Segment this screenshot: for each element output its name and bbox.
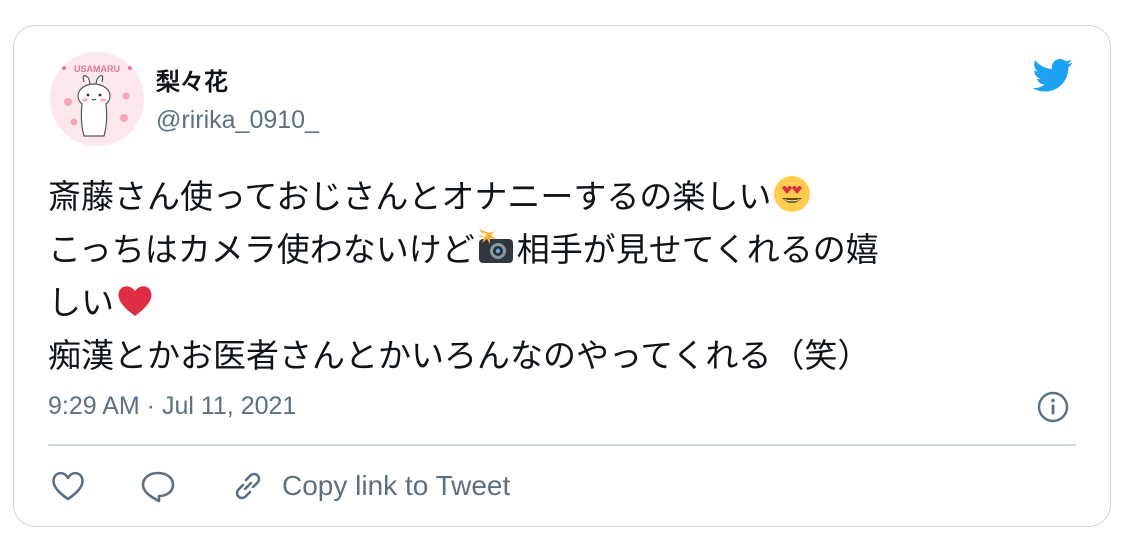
link-icon [235, 472, 261, 500]
info-icon[interactable] [1036, 390, 1070, 424]
svg-text:USAMARU: USAMARU [74, 64, 120, 74]
copy-link-label: Copy link to Tweet [282, 470, 511, 501]
like-button[interactable] [48, 466, 88, 506]
reply-button[interactable] [138, 466, 178, 506]
usamaru-avatar-icon[interactable]: USAMARU [50, 52, 144, 146]
heart-eyes-emoji [774, 176, 811, 212]
camera-flash-emoji [477, 229, 513, 263]
divider [48, 444, 1076, 446]
tweet-card: USAMARU 梨々花 @ririka_0910_ 斎藤さん使っておじさんとオナ… [13, 25, 1111, 527]
user-handle[interactable]: @ririka_0910_ [156, 106, 319, 135]
tweet-actions: Copy link to Tweet [48, 466, 510, 506]
display-name[interactable]: 梨々花 [156, 62, 228, 97]
copy-link-button[interactable]: Copy link to Tweet [228, 466, 510, 506]
speech-bubble-icon [141, 471, 175, 503]
red-heart-emoji [118, 286, 152, 316]
heart-outline-icon [52, 471, 84, 501]
tweet-timestamp[interactable]: 9:29 AM · Jul 11, 2021 [48, 392, 296, 421]
tweet-text: 斎藤さん使っておじさんとオナニーするの楽しい こっちはカメラ使わないけど 相手が… [48, 170, 1078, 382]
tweet-line-3: しい [48, 276, 1078, 329]
tweet-line-4: 痴漢とかお医者さんとかいろんなのやってくれる（笑） [48, 336, 871, 375]
tweet-line-1: 斎藤さん使っておじさんとオナニーするの楽しい [48, 170, 1078, 223]
twitter-bird-icon[interactable] [1030, 55, 1076, 95]
tweet-line-2: こっちはカメラ使わないけど 相手が見せてくれるの嬉 [48, 223, 1078, 276]
